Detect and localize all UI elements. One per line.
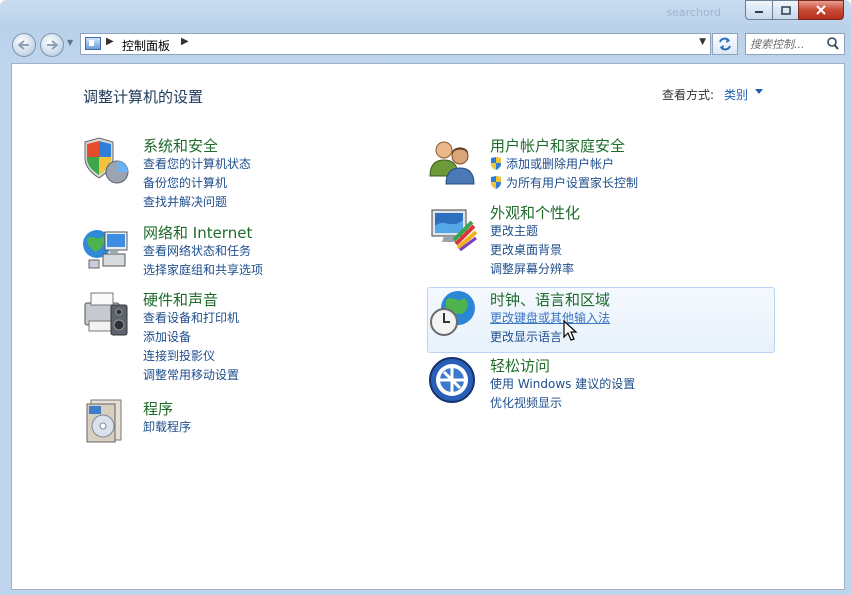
link-devices-printers[interactable]: 查看设备和打印机 <box>143 309 239 328</box>
close-icon <box>816 5 826 15</box>
category-title[interactable]: 外观和个性化 <box>490 202 580 223</box>
link-parental-controls[interactable]: 为所有用户设置家长控制 <box>490 174 638 193</box>
link-label: 为所有用户设置家长控制 <box>506 176 639 190</box>
search-box[interactable] <box>745 33 845 55</box>
uac-shield-icon <box>491 176 501 189</box>
users-icon[interactable] <box>428 136 478 186</box>
link-add-remove-users[interactable]: 添加或删除用户帐户 <box>490 155 638 174</box>
minimize-button[interactable] <box>745 0 773 20</box>
link-network-status[interactable]: 查看网络状态和任务 <box>143 242 263 261</box>
link-change-theme[interactable]: 更改主题 <box>490 222 574 241</box>
back-button[interactable] <box>12 33 36 57</box>
link-uninstall-program[interactable]: 卸载程序 <box>143 418 191 437</box>
address-bar[interactable]: ▶ 控制面板 ▶ ▼ <box>80 33 711 55</box>
link-screen-resolution[interactable]: 调整屏幕分辨率 <box>490 260 574 279</box>
breadcrumb-arrow-icon[interactable]: ▶ <box>106 36 114 47</box>
link-mobility-settings[interactable]: 调整常用移动设置 <box>143 366 239 385</box>
link-view-computer-status[interactable]: 查看您的计算机状态 <box>143 155 251 174</box>
control-panel-icon <box>85 37 101 50</box>
forward-button[interactable] <box>40 33 64 57</box>
view-by-label: 查看方式: <box>662 88 715 102</box>
category-title[interactable]: 用户帐户和家庭安全 <box>490 135 625 156</box>
category-title[interactable]: 轻松访问 <box>490 355 550 376</box>
address-dropdown-icon[interactable]: ▼ <box>699 37 706 47</box>
printer-speaker-icon[interactable] <box>81 289 131 339</box>
globe-clock-icon[interactable] <box>428 288 478 338</box>
link-change-keyboard[interactable]: 更改键盘或其他输入法 <box>490 309 610 328</box>
refresh-icon <box>719 37 731 51</box>
forward-arrow-icon <box>47 40 58 50</box>
breadcrumb-arrow-icon[interactable]: ▶ <box>181 36 189 47</box>
control-panel-content: 调整计算机的设置 查看方式: 类别 系统和安全 查看您的计算机状态 备份您的计算… <box>11 63 845 590</box>
link-connect-projector[interactable]: 连接到投影仪 <box>143 347 239 366</box>
breadcrumb-control-panel[interactable]: 控制面板 <box>122 37 170 54</box>
category-title[interactable]: 程序 <box>143 398 173 419</box>
view-by-dropdown[interactable]: 类别 <box>724 86 748 103</box>
control-panel-window: searchord ▼ ▶ 控制面板 ▶ ▼ 搜索控制... 调整计算机的设置 … <box>0 0 851 595</box>
uac-shield-icon <box>491 157 501 170</box>
chevron-down-icon[interactable] <box>755 89 763 94</box>
search-icon[interactable] <box>825 36 841 52</box>
link-troubleshoot[interactable]: 查找并解决问题 <box>143 193 251 212</box>
ease-of-access-icon[interactable] <box>428 356 478 406</box>
recent-pages-chevron-icon[interactable]: ▼ <box>67 38 77 50</box>
programs-disc-icon[interactable] <box>81 396 131 446</box>
link-change-display-language[interactable]: 更改显示语言 <box>490 328 610 347</box>
close-button[interactable] <box>798 0 844 20</box>
title-bar[interactable]: searchord <box>0 0 851 28</box>
category-title[interactable]: 系统和安全 <box>143 135 218 156</box>
category-title[interactable]: 硬件和声音 <box>143 289 218 310</box>
page-title: 调整计算机的设置 <box>83 88 204 106</box>
link-recommended-settings[interactable]: 使用 Windows 建议的设置 <box>490 375 635 394</box>
link-add-device[interactable]: 添加设备 <box>143 328 239 347</box>
category-title[interactable]: 网络和 Internet <box>143 222 252 243</box>
maximize-button[interactable] <box>772 0 799 20</box>
back-arrow-icon <box>18 40 29 50</box>
mouse-cursor-icon <box>563 320 578 341</box>
link-optimize-display[interactable]: 优化视频显示 <box>490 394 635 413</box>
link-label: 添加或删除用户帐户 <box>506 157 615 171</box>
minimize-icon <box>755 11 763 13</box>
window-title: searchord <box>666 6 721 19</box>
search-input[interactable] <box>750 36 822 52</box>
link-backup-computer[interactable]: 备份您的计算机 <box>143 174 251 193</box>
link-change-background[interactable]: 更改桌面背景 <box>490 241 574 260</box>
monitor-palette-icon[interactable] <box>428 204 478 254</box>
network-globe-icon[interactable] <box>81 222 131 272</box>
category-title[interactable]: 时钟、语言和区域 <box>490 289 610 310</box>
refresh-button[interactable] <box>712 33 738 55</box>
shield-computer-icon[interactable] <box>81 136 131 186</box>
link-homegroup-sharing[interactable]: 选择家庭组和共享选项 <box>143 261 263 280</box>
maximize-icon <box>780 5 791 15</box>
